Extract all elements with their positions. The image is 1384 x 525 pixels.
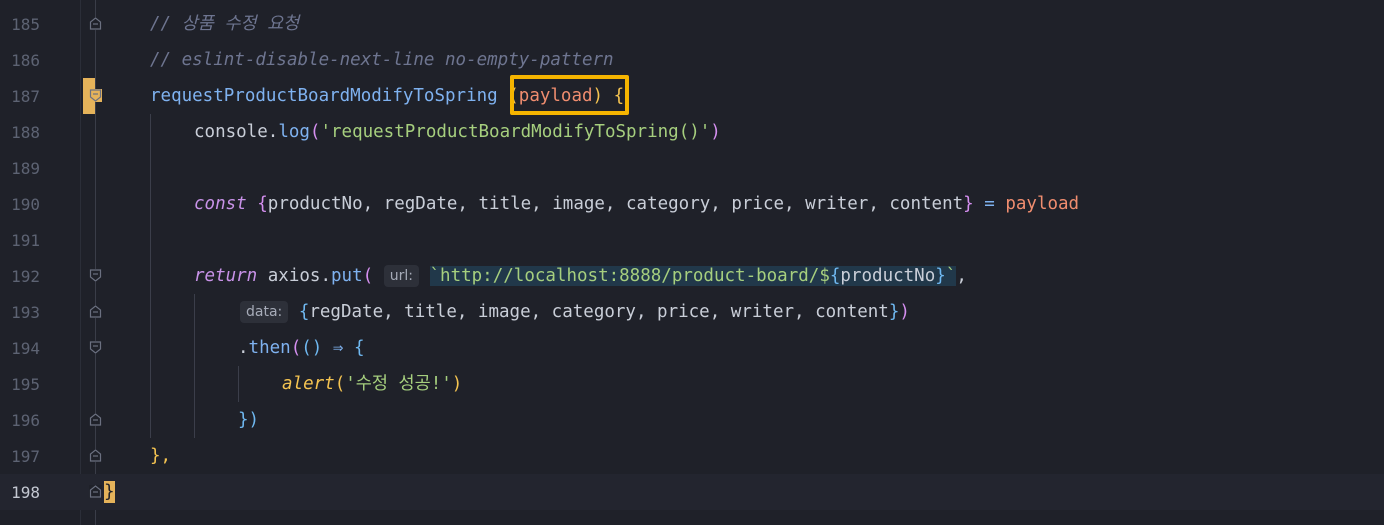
- code-text: }: [104, 481, 115, 503]
- indent-guide: [150, 402, 151, 438]
- line-number: 197: [11, 447, 40, 466]
- comment: // 상품 수정 요청: [150, 14, 300, 34]
- code-editor[interactable]: 185 // 상품 수정 요청 186 // eslint-disable-ne…: [0, 0, 1384, 525]
- indent-guide: [150, 222, 151, 258]
- code-line[interactable]: 196 }): [0, 402, 1384, 438]
- line-number: 198: [11, 483, 40, 502]
- code-line[interactable]: 188 console.log('requestProductBoardModi…: [0, 114, 1384, 150]
- code-line[interactable]: 193 data: {regDate, title, image, catego…: [0, 294, 1384, 330]
- fold-start-icon[interactable]: [89, 269, 102, 282]
- indent-guide: [194, 330, 195, 366]
- indent-guide: [150, 114, 151, 150]
- code-line[interactable]: 185 // 상품 수정 요청: [0, 6, 1384, 42]
- code-line[interactable]: 197 },: [0, 438, 1384, 474]
- code-text: },: [150, 446, 172, 466]
- indent-guide: [150, 186, 151, 222]
- highlight-box: [510, 75, 629, 115]
- line-number: 191: [11, 231, 40, 250]
- code-text: const {productNo, regDate, title, image,…: [194, 194, 1080, 214]
- indent-guide: [150, 258, 151, 294]
- code-text: console.log('requestProductBoardModifyTo…: [194, 122, 721, 142]
- param-hint: url:: [383, 265, 419, 287]
- indent-guide: [150, 294, 151, 330]
- code-line-current[interactable]: 198 }: [0, 474, 1384, 510]
- code-text: return axios.put( url: `http://localhost…: [194, 265, 967, 287]
- line-number: 186: [11, 51, 40, 70]
- indent-guide: [150, 150, 151, 186]
- fold-end-icon[interactable]: [89, 305, 102, 318]
- fold-end-icon[interactable]: [89, 449, 102, 462]
- indent-guide: [194, 366, 195, 402]
- line-number: 196: [11, 411, 40, 430]
- line-number: 185: [11, 15, 40, 34]
- fold-end-icon[interactable]: [89, 485, 102, 498]
- line-number: 193: [11, 303, 40, 322]
- text-cursor: }: [104, 481, 115, 503]
- code-line[interactable]: 187 requestProductBoardModifyToSpring (p…: [0, 78, 1384, 114]
- fold-end-icon[interactable]: [89, 413, 102, 426]
- line-number: 190: [11, 195, 40, 214]
- indent-guide: [194, 402, 195, 438]
- indent-guide: [194, 294, 195, 330]
- code-line[interactable]: 195 alert('수정 성공!'): [0, 366, 1384, 402]
- line-number: 194: [11, 339, 40, 358]
- code-line[interactable]: 191: [0, 222, 1384, 258]
- indent-guide: [150, 330, 151, 366]
- code-text: data: {regDate, title, image, category, …: [240, 301, 910, 323]
- line-number: 195: [11, 375, 40, 394]
- indent-guide: [150, 366, 151, 402]
- code-line[interactable]: 192 return axios.put( url: `http://local…: [0, 258, 1384, 294]
- code-line[interactable]: 194 .then(() ⇒ {: [0, 330, 1384, 366]
- code-text: }): [238, 410, 260, 430]
- line-number: 189: [11, 159, 40, 178]
- param-hint: data:: [240, 301, 289, 323]
- comment: // eslint-disable-next-line no-empty-pat…: [150, 50, 614, 70]
- code-line[interactable]: 189: [0, 150, 1384, 186]
- code-text: .then(() ⇒ {: [238, 338, 365, 358]
- line-number: 192: [11, 267, 40, 286]
- code-text: alert('수정 성공!'): [282, 374, 463, 394]
- code-line[interactable]: 190 const {productNo, regDate, title, im…: [0, 186, 1384, 222]
- fold-start-icon[interactable]: [89, 341, 102, 354]
- line-number: 188: [11, 123, 40, 142]
- fold-end-icon[interactable]: [89, 17, 102, 30]
- code-line[interactable]: 186 // eslint-disable-next-line no-empty…: [0, 42, 1384, 78]
- line-number: 187: [11, 87, 40, 106]
- indent-guide: [238, 366, 239, 402]
- fold-start-icon[interactable]: [89, 89, 102, 102]
